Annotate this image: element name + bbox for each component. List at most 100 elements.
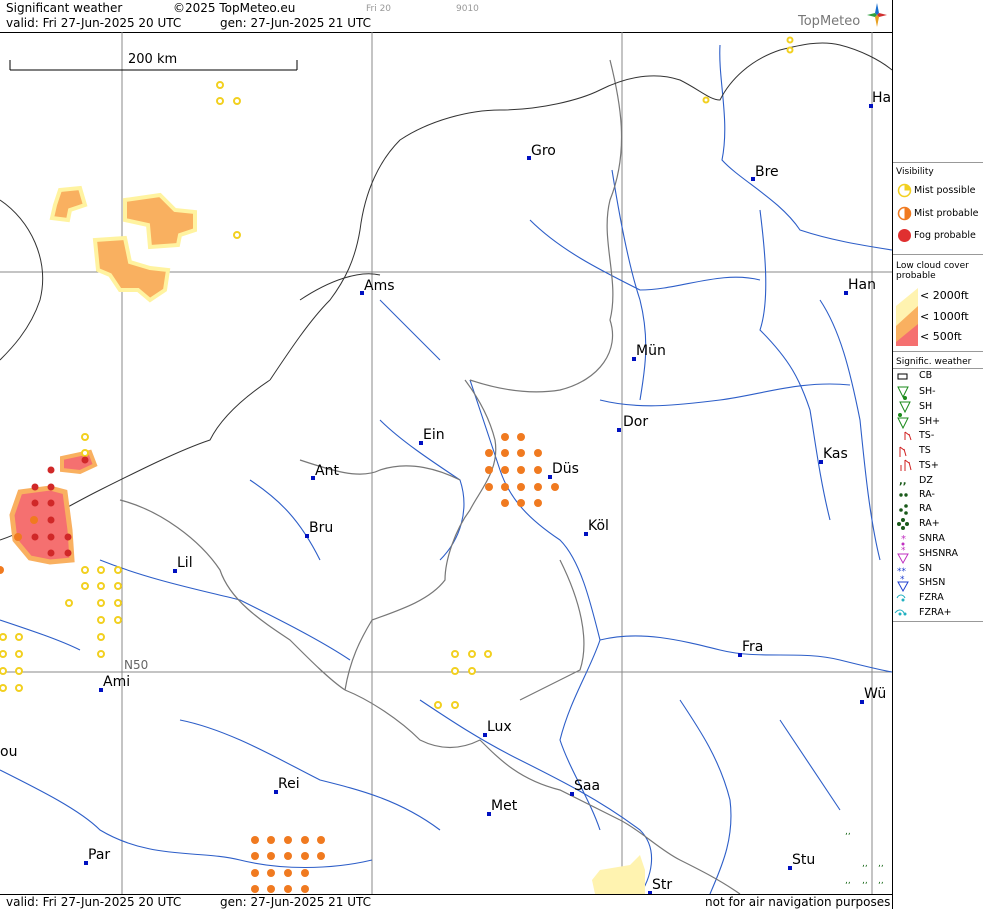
divider — [893, 368, 983, 369]
city-label: Lux — [487, 719, 512, 735]
city-label: Bre — [755, 164, 779, 180]
legend-shsnra: SHSNRA — [919, 548, 959, 559]
city-label: Wü — [864, 686, 887, 702]
cb-icon — [897, 373, 908, 380]
city-label: Düs — [552, 461, 579, 477]
city-label: Ams — [364, 278, 395, 294]
mist-possible-markers — [0, 36, 794, 709]
map-canvas: ,,,,,, ,,,,,, — [0, 32, 892, 894]
grid-lines — [0, 32, 892, 894]
city-label: Ami — [103, 674, 131, 690]
small-day: Fri 20 — [366, 4, 392, 14]
svg-text:*: * — [900, 575, 905, 585]
city-label: Han — [848, 277, 876, 293]
lowcloud-title-2: probable — [896, 271, 936, 281]
map-footer: valid: Fri 27-Jun-2025 20 UTC gen: 27-Ju… — [0, 894, 892, 910]
city-label: Gro — [531, 143, 556, 159]
legend-lowcloud-1000: < 1000ft — [920, 310, 969, 323]
ts-light-icon — [904, 431, 912, 441]
ts-icon — [899, 446, 907, 457]
city-label: Lil — [177, 555, 193, 571]
svg-text:,,: ,, — [845, 876, 851, 886]
ra-heavy-icon — [897, 518, 909, 530]
sh-icon — [899, 396, 911, 414]
brand-name: TopMeteo — [798, 14, 861, 29]
divider — [893, 621, 983, 622]
legend-shsn: SHSN — [919, 577, 946, 588]
sigwx-title: Signific. weather — [896, 357, 972, 367]
weather-map[interactable]: ,,,,,, ,,,,,, 200 km N50 Gro Bre Ha Ams … — [0, 32, 892, 894]
sh-heavy-icon — [897, 413, 909, 430]
legend-ra-light: RA- — [919, 489, 935, 500]
city-label: Str — [652, 877, 673, 893]
borders — [119, 59, 741, 894]
city-label: Kas — [823, 446, 848, 462]
city-label: ou — [0, 744, 18, 760]
city-label: Fra — [742, 639, 764, 655]
legend-fog-probable: Fog probable — [914, 230, 976, 241]
city-label: Ein — [423, 427, 445, 443]
fzra-heavy-icon — [894, 609, 907, 616]
legend-sh-heavy: SH+ — [919, 416, 941, 427]
dz-icon: ,, — [899, 476, 907, 487]
disclaimer: not for air navigation purposes — [705, 895, 891, 909]
valid-time: valid: Fri 27-Jun-2025 20 UTC — [6, 16, 182, 30]
fog-probable-icon — [898, 229, 911, 242]
ra-light-icon — [899, 493, 908, 497]
city-label: Mün — [636, 343, 666, 359]
svg-text:,,: ,, — [862, 876, 868, 886]
scale-label: 200 km — [128, 52, 178, 67]
legend-ts-light: TS- — [919, 430, 935, 441]
legend-ts: TS — [919, 445, 931, 456]
city-label: Rei — [278, 776, 300, 792]
svg-text:,,: ,, — [862, 859, 868, 869]
legend-sn: SN — [919, 563, 933, 574]
shsn-icon: * — [897, 575, 909, 593]
visibility-title: Visibility — [896, 167, 934, 177]
mist-probable-icon — [897, 206, 912, 221]
low-cloud-areas — [9, 185, 645, 894]
legend-cb: CB — [919, 370, 933, 381]
legend-sh-light: SH- — [919, 386, 936, 397]
legend-mist-possible: Mist possible — [914, 185, 976, 196]
sigwx-icons: ,, * * ** * — [894, 373, 912, 616]
city-label: Ha — [872, 90, 892, 106]
city-label: Bru — [309, 520, 334, 536]
mist-possible-icon — [897, 183, 912, 198]
legend-ra: RA — [919, 503, 932, 514]
divider — [893, 254, 983, 255]
city-label: Saa — [574, 778, 601, 794]
divider — [893, 162, 983, 163]
legend-snra: SNRA — [919, 533, 945, 544]
city-label: Ant — [315, 463, 339, 479]
fzra-icon — [896, 594, 906, 602]
small-code: 9010 — [456, 4, 479, 14]
city-label: Met — [491, 798, 518, 814]
ts-heavy-icon — [900, 459, 912, 471]
compass-logo-icon — [867, 3, 887, 27]
map-title: Significant weather — [6, 1, 123, 15]
legend-panel: Visibility Mist possible Mist probable F… — [892, 0, 983, 909]
copyright: ©2025 TopMeteo.eu — [173, 1, 296, 15]
shsnra-icon: * — [897, 546, 909, 565]
city-label: Köl — [588, 518, 609, 534]
svg-text:,,: ,, — [878, 876, 884, 886]
city-label: Stu — [792, 852, 816, 868]
svg-text:,,: ,, — [845, 827, 851, 837]
divider — [893, 351, 983, 352]
lowcloud-ramp — [896, 288, 918, 346]
snra-icon: * — [901, 534, 906, 546]
lowcloud-title: Low cloud cover — [896, 261, 969, 271]
ra-icon — [899, 504, 908, 515]
legend-sh: SH — [919, 401, 933, 412]
legend-fzra-heavy: FZRA+ — [919, 607, 952, 618]
footer-generated-time: gen: 27-Jun-2025 21 UTC — [220, 895, 372, 909]
drizzle-markers: ,,,,,, ,,,,,, — [845, 827, 884, 886]
legend-dz: DZ — [919, 475, 933, 486]
legend-ts-heavy: TS+ — [919, 460, 939, 471]
city-label: Par — [88, 847, 111, 863]
grid-label-n50: N50 — [124, 658, 149, 672]
legend-lowcloud-500: < 500ft — [920, 330, 962, 343]
map-header: Significant weather ©2025 TopMeteo.eu Fr… — [0, 0, 892, 33]
legend-ra-heavy: RA+ — [919, 518, 940, 529]
